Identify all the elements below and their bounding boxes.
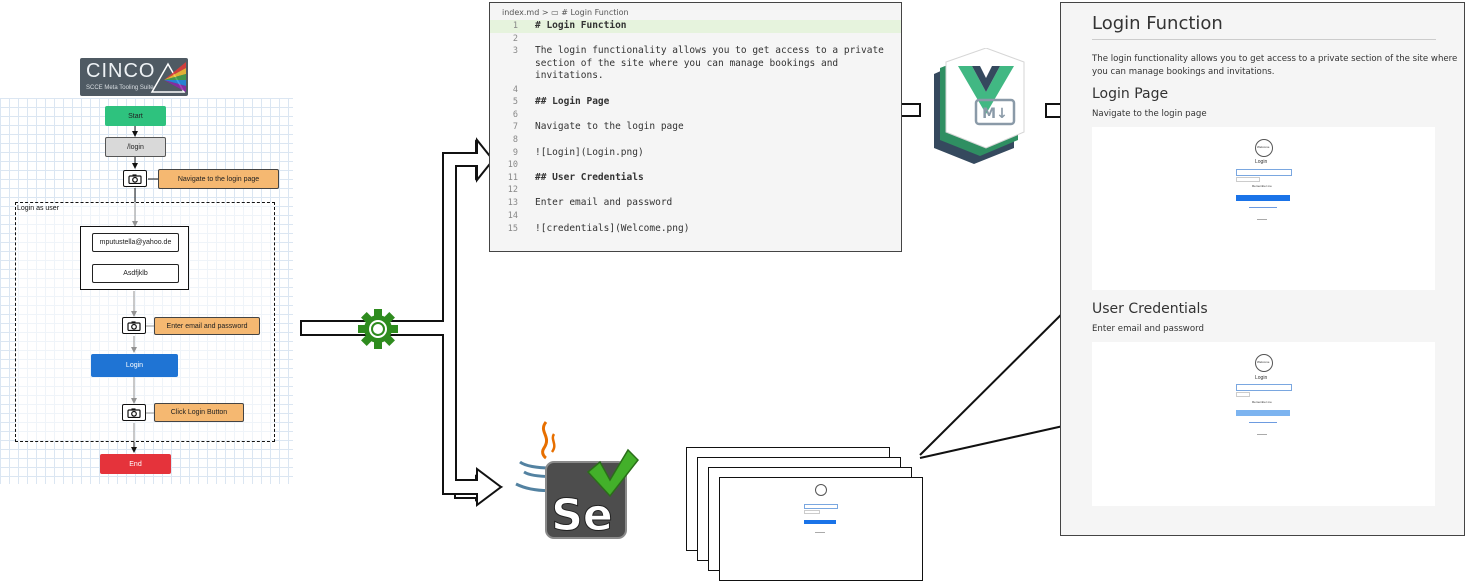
section-credentials-text: Enter email and password — [1092, 324, 1204, 334]
code-line[interactable]: 14 — [490, 210, 901, 223]
code-line[interactable]: 2 — [490, 33, 901, 46]
shot-login-button — [1236, 410, 1290, 416]
shot-login-button — [804, 520, 836, 524]
shot-password-input — [804, 510, 820, 514]
page-title: Login Function — [1092, 13, 1223, 34]
code-line[interactable]: 15 ![credentials](Welcome.png) — [490, 223, 901, 236]
login-screenshot: Welcome Login Remember me — [1092, 127, 1435, 290]
vuepress-logo: M↓ — [934, 48, 1025, 164]
shot-footer — [1257, 434, 1267, 435]
gear-icon — [358, 309, 398, 349]
shot-email-input — [804, 504, 838, 509]
selenium-badge: Se — [551, 490, 613, 541]
code-line[interactable]: 8 — [490, 134, 901, 147]
code-line[interactable]: 3 The login functionality allows you to g… — [490, 45, 901, 58]
shot-remember-checkbox: Remember me — [1252, 184, 1272, 188]
code-line[interactable]: 10 — [490, 159, 901, 172]
selenium-java-logo: Se — [515, 421, 639, 542]
code-line[interactable]: 5 ## Login Page — [490, 96, 901, 109]
shot-password-input — [1236, 392, 1250, 397]
section-login-page-text: Navigate to the login page — [1092, 109, 1207, 119]
intro-line-1: The login functionality allows you to ge… — [1092, 54, 1458, 64]
site-logo-text: Welcome — [1257, 360, 1270, 364]
markdown-badge: M↓ — [982, 106, 1008, 122]
shot-heading: Login — [1255, 159, 1268, 165]
section-login-page-title: Login Page — [1092, 86, 1169, 102]
shot-email-input — [1236, 169, 1292, 176]
markdown-code-editor[interactable]: index.md > ▭ # Login Function 1 # Login F… — [489, 2, 902, 252]
rendered-doc-page[interactable]: Login Function The login functionality a… — [1060, 2, 1465, 536]
shot-password-input — [1236, 177, 1260, 182]
credentials-screenshot: Welcome Login Remember me — [1092, 342, 1435, 506]
code-line[interactable]: 7 Navigate to the login page — [490, 121, 901, 134]
shot-remember-checkbox: Remember me — [1252, 400, 1272, 404]
shot-footer — [1257, 219, 1267, 220]
section-credentials-title: User Credentials — [1092, 301, 1208, 317]
title-divider — [1092, 39, 1436, 40]
generator-fork-arrow — [300, 137, 503, 507]
shot-footer — [815, 532, 825, 533]
shot-heading: Login — [1255, 375, 1268, 381]
shot-email-input — [1236, 384, 1292, 391]
shot-login-button — [1236, 195, 1290, 201]
site-logo-text: Welcome — [1257, 145, 1270, 149]
code-line[interactable]: 6 — [490, 109, 901, 122]
shot-link — [1249, 422, 1277, 423]
code-line[interactable]: invitations. — [490, 70, 901, 83]
screenshot-card-front — [719, 477, 923, 581]
code-line[interactable]: 12 — [490, 184, 901, 197]
shot-link — [1249, 207, 1277, 208]
code-line[interactable]: 4 — [490, 84, 901, 97]
code-line[interactable]: 13 Enter email and password — [490, 197, 901, 210]
code-line[interactable]: 1 # Login Function — [490, 20, 901, 33]
intro-line-2: you can manage bookings and invitations. — [1092, 67, 1275, 77]
fork-arrow-lower — [301, 333, 504, 502]
code-line[interactable]: 9 ![Login](Login.png) — [490, 147, 901, 160]
site-logo-icon — [815, 484, 827, 496]
code-line[interactable]: section of the site where you can manage… — [490, 58, 901, 71]
fork-arrow — [300, 139, 493, 336]
code-line[interactable]: 11 ## User Credentials — [490, 172, 901, 185]
editor-breadcrumb: index.md > ▭ # Login Function — [502, 8, 629, 17]
